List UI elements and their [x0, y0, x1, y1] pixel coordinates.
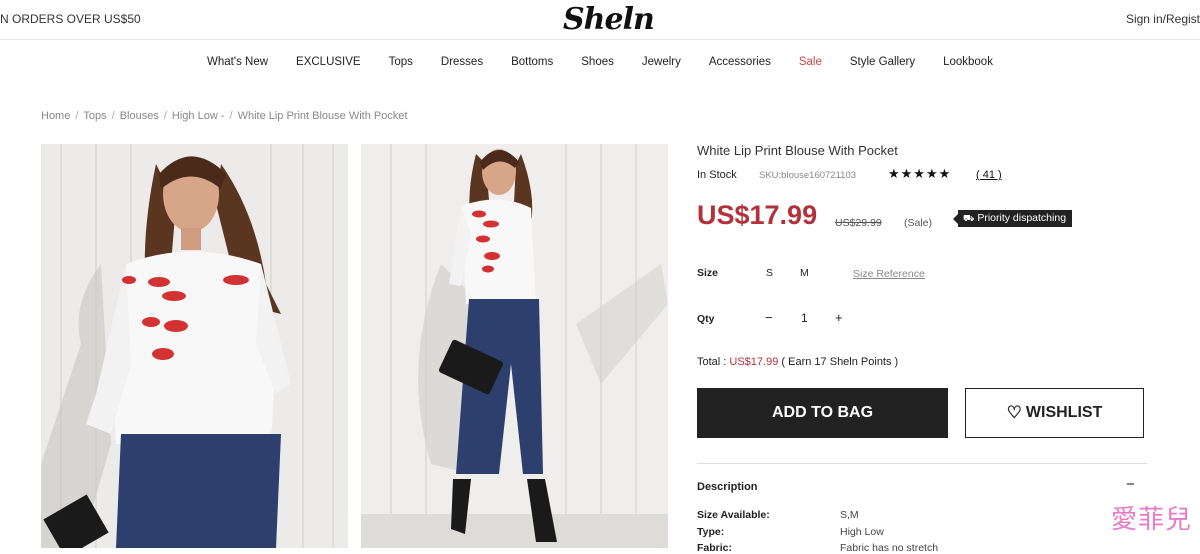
qty-value[interactable]: 1 [801, 311, 808, 325]
breadcrumb-blouses[interactable]: Blouses [120, 110, 159, 122]
main-nav: What's New EXCLUSIVE Tops Dresses Bottom… [0, 56, 1200, 68]
product-title: White Lip Print Blouse With Pocket [697, 143, 898, 158]
nav-item-shoes[interactable]: Shoes [581, 56, 614, 68]
spec-value-fabric: Fabric has no stretch [840, 542, 939, 554]
nav-item-sale[interactable]: Sale [799, 56, 822, 68]
breadcrumb: Home / Tops / Blouses / High Low - / White Lip P… [41, 110, 408, 122]
promo-banner[interactable]: N ORDERS OVER US$50 [0, 12, 141, 26]
nav-item-tops[interactable]: Tops [389, 56, 413, 68]
points-value: 17 [814, 356, 827, 368]
sale-tag: (Sale) [904, 217, 933, 229]
total-price: US$17.99 [729, 356, 779, 368]
nav-item-dresses[interactable]: Dresses [441, 56, 483, 68]
size-option-m[interactable]: M [800, 267, 809, 279]
total-mid: ( Earn [778, 356, 815, 368]
size-option-s[interactable]: S [766, 267, 773, 279]
rating-stars-icon: ★★★★★ [888, 166, 952, 181]
top-bar: N ORDERS OVER US$50 Sheln Sign in/Regist [0, 0, 1200, 40]
truck-icon: ⛟ [963, 213, 975, 223]
priority-dispatching-badge: ⛟ Priority dispatching [952, 210, 1073, 227]
product-photo-front[interactable] [41, 144, 348, 548]
site-logo[interactable]: Sheln [563, 2, 655, 37]
nav-item-exclusive[interactable]: EXCLUSIVE [296, 56, 361, 68]
review-count-link[interactable]: ( 41 ) [976, 169, 1002, 181]
spec-key-fabric: Fabric: [697, 542, 733, 554]
nav-item-lookbook[interactable]: Lookbook [943, 56, 993, 68]
qty-decrease-button[interactable]: − [765, 310, 773, 325]
spec-value-type: High Low [840, 526, 884, 538]
nav-item-jewelry[interactable]: Jewelry [642, 56, 681, 68]
qty-label: Qty [697, 313, 715, 325]
breadcrumb-current: White Lip Print Blouse With Pocket [237, 110, 408, 122]
heart-icon: ♡ [1006, 403, 1022, 422]
size-reference-link[interactable]: Size Reference [853, 268, 925, 280]
total-suffix: Sheln Points ) [826, 356, 899, 368]
sku-label: SKU:blouse160721103 [759, 170, 857, 181]
add-to-bag-button[interactable]: ADD TO BAG [697, 388, 948, 438]
watermark-text: 愛菲兒 [1110, 505, 1192, 535]
sale-price: US$17.99 [697, 200, 818, 230]
nav-item-whats-new[interactable]: What's New [207, 56, 268, 68]
sign-in-link[interactable]: Sign in/Regist [1126, 12, 1200, 26]
spec-key-size: Size Available: [697, 509, 770, 521]
breadcrumb-tops[interactable]: Tops [83, 110, 106, 122]
nav-item-accessories[interactable]: Accessories [709, 56, 771, 68]
priority-label: Priority dispatching [977, 212, 1067, 224]
breadcrumb-high-low[interactable]: High Low - [172, 110, 225, 122]
total-prefix: Total : [697, 356, 730, 368]
spec-key-type: Type: [697, 526, 725, 538]
total-line: Total : US$17.99 ( Earn 17 Sheln Points … [697, 356, 898, 368]
collapse-icon[interactable]: − [1126, 476, 1135, 493]
stock-status: In Stock [697, 169, 737, 181]
nav-item-style-gallery[interactable]: Style Gallery [850, 56, 915, 68]
breadcrumb-home[interactable]: Home [41, 110, 70, 122]
description-heading[interactable]: Description [697, 481, 758, 493]
divider [697, 463, 1147, 464]
size-label: Size [697, 267, 719, 279]
wishlist-label: WISHLIST [1025, 404, 1103, 421]
qty-increase-button[interactable]: + [835, 310, 843, 325]
product-photo-full[interactable] [361, 144, 668, 548]
spec-value-size: S,M [840, 509, 859, 521]
original-price: US$29.99 [835, 217, 882, 229]
nav-item-bottoms[interactable]: Bottoms [511, 56, 553, 68]
wishlist-button[interactable]: ♡ WISHLIST [965, 388, 1144, 438]
